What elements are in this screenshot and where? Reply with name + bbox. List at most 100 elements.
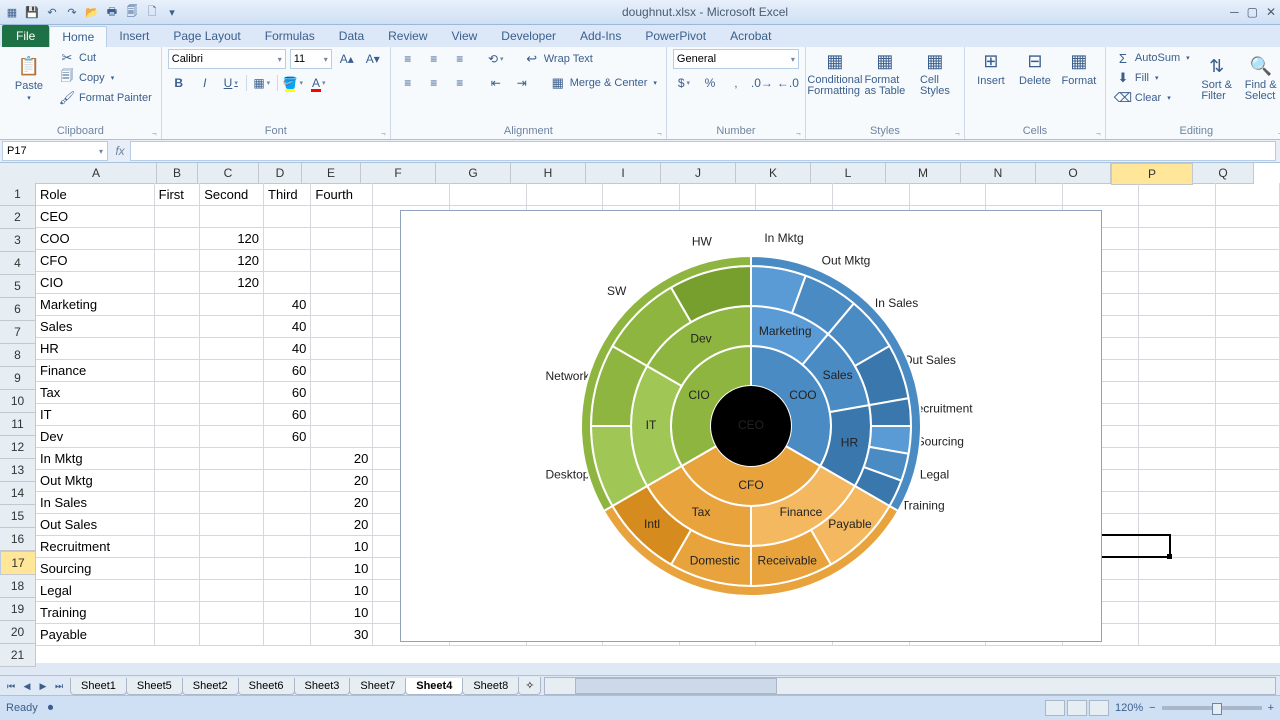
cell[interactable]: 20 [311,447,373,470]
row-header[interactable]: 9 [0,367,36,390]
cell[interactable] [1139,425,1216,448]
cell[interactable] [200,469,264,492]
cell[interactable] [1139,513,1216,536]
cell[interactable]: 30 [311,623,373,646]
cell[interactable] [1216,293,1280,316]
align-middle-icon[interactable]: ≡ [423,49,445,69]
ribbon-tab-page-layout[interactable]: Page Layout [161,26,252,47]
cell[interactable] [200,315,264,338]
cell[interactable] [1139,183,1216,206]
cell[interactable] [155,403,201,426]
row-header[interactable]: 7 [0,321,36,344]
cell[interactable]: CEO [36,205,155,228]
cell[interactable]: 120 [200,271,264,294]
cell[interactable] [1139,491,1216,514]
align-center-icon[interactable]: ≡ [423,73,445,93]
cell[interactable] [200,205,264,228]
cell[interactable]: Second [200,183,264,206]
horizontal-scrollbar[interactable] [544,677,1276,695]
cell[interactable] [1216,337,1280,360]
sheet-tab[interactable]: Sheet2 [182,678,239,695]
ribbon-tab-formulas[interactable]: Formulas [253,26,327,47]
cell[interactable] [1216,557,1280,580]
merge-center-button[interactable]: ▦Merge & Center▾ [547,74,660,92]
row-header[interactable]: 1 [0,183,36,206]
col-header[interactable]: M [886,163,961,184]
cell[interactable] [264,447,311,470]
row-header[interactable]: 3 [0,229,36,252]
cell[interactable] [264,513,311,536]
percent-icon[interactable]: % [699,73,721,93]
cell[interactable]: 20 [311,469,373,492]
cell[interactable] [1216,469,1280,492]
cell[interactable] [527,183,604,206]
cell[interactable] [1139,249,1216,272]
border-button[interactable]: ▦ [251,73,273,93]
sheet-tab[interactable]: Sheet6 [238,678,295,695]
cell[interactable] [155,205,201,228]
ribbon-tab-home[interactable]: Home [49,26,107,47]
row-header[interactable]: 2 [0,206,36,229]
qat-more-icon[interactable]: ▾ [164,4,180,20]
row-header[interactable]: 4 [0,252,36,275]
underline-button[interactable]: U [220,73,242,93]
cell[interactable] [311,227,373,250]
sheet-tab[interactable]: Sheet3 [294,678,351,695]
autosum-button[interactable]: ΣAutoSum▾ [1112,49,1193,67]
cell[interactable]: 60 [264,425,311,448]
cell[interactable]: 20 [311,491,373,514]
cell[interactable]: 10 [311,579,373,602]
row-header[interactable]: 19 [0,598,36,621]
cell[interactable]: Payable [36,623,155,646]
cell[interactable]: In Sales [36,491,155,514]
cell[interactable]: Role [36,183,155,206]
cell[interactable] [603,183,680,206]
cell[interactable]: 10 [311,601,373,624]
font-size-select[interactable]: 11▾ [290,49,332,69]
cell[interactable] [833,183,910,206]
ribbon-tab-add-ins[interactable]: Add-Ins [568,26,633,47]
sheet-tab[interactable]: Sheet4 [405,678,463,695]
cell[interactable] [155,601,201,624]
row-header[interactable]: 11 [0,413,36,436]
cell[interactable] [1139,623,1216,646]
cell[interactable] [200,601,264,624]
col-header[interactable]: D [259,163,302,184]
zoom-slider[interactable] [1162,706,1262,710]
cell[interactable] [264,557,311,580]
decrease-indent-icon[interactable]: ⇤ [485,73,507,93]
cell[interactable] [264,271,311,294]
cell[interactable]: Out Mktg [36,469,155,492]
shrink-font-icon[interactable]: A▾ [362,49,384,69]
fill-button[interactable]: ⬇Fill▾ [1112,69,1193,87]
sheet-tab[interactable]: Sheet7 [349,678,406,695]
print-icon[interactable]: 🖶 [104,4,120,20]
cell[interactable] [1139,315,1216,338]
cell[interactable] [200,359,264,382]
cell[interactable] [264,601,311,624]
cell[interactable]: In Mktg [36,447,155,470]
cell[interactable] [756,183,833,206]
col-header[interactable]: E [302,163,361,184]
cell[interactable] [155,447,201,470]
ribbon-tab-data[interactable]: Data [327,26,376,47]
cell[interactable]: 120 [200,227,264,250]
cell[interactable] [311,359,373,382]
cell[interactable] [155,381,201,404]
cell[interactable] [200,513,264,536]
zoom-in-icon[interactable]: + [1268,702,1274,714]
cell[interactable]: IT [36,403,155,426]
cell[interactable]: Legal [36,579,155,602]
cell[interactable] [1216,601,1280,624]
cell[interactable] [1216,491,1280,514]
row-header[interactable]: 10 [0,390,36,413]
cell[interactable] [1139,535,1216,558]
increase-indent-icon[interactable]: ⇥ [511,73,533,93]
cell[interactable]: Marketing [36,293,155,316]
cell[interactable] [200,447,264,470]
cell[interactable]: Third [264,183,311,206]
cell[interactable] [311,315,373,338]
cell[interactable] [155,227,201,250]
col-header[interactable]: B [157,163,198,184]
copy-button[interactable]: 🗐Copy▾ [56,69,155,87]
